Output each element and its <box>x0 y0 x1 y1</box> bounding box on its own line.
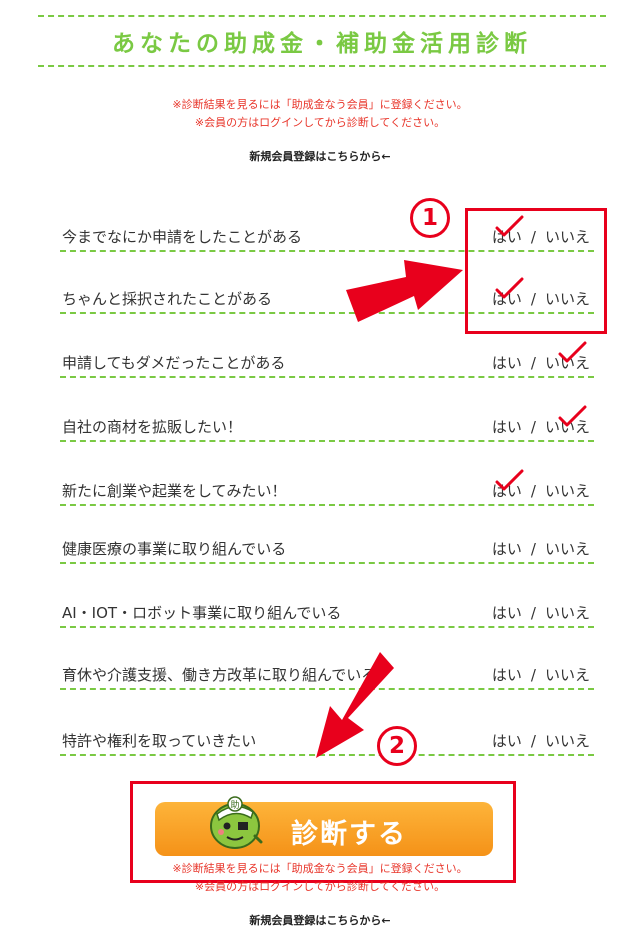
answer-group: はい / いいえ <box>492 602 590 623</box>
answer-yes-option[interactable]: はい <box>492 469 524 501</box>
answer-separator: / <box>530 418 536 436</box>
answer-no-option[interactable]: いいえ <box>545 664 590 685</box>
diagnose-button-label: 診断する <box>291 819 407 850</box>
answer-separator: / <box>530 732 536 750</box>
answer-no-option[interactable]: いいえ <box>545 602 590 623</box>
highlight-box-1 <box>465 208 607 334</box>
answer-no-option[interactable]: いいえ <box>545 538 590 559</box>
question-row: 育休や介護支援、働き方改革に取り組んでいる はい / いいえ <box>60 660 594 690</box>
question-text: ちゃんと採択されたことがある <box>62 290 273 308</box>
question-text: 今までなにか申請をしたことがある <box>62 228 303 246</box>
answer-group: はい / いいえ <box>492 405 590 437</box>
login-notice: ※診断結果を見るには「助成金なう会員」に登録ください。 ※会員の方はログインして… <box>0 96 640 132</box>
answer-group: はい / いいえ <box>492 538 590 559</box>
question-row: 申請してもダメだったことがある はい / いいえ <box>60 341 594 378</box>
answer-separator: / <box>530 354 536 372</box>
question-row: 自社の商材を拡販したい！ はい / いいえ <box>60 405 594 442</box>
bottom-register-link[interactable]: 新規会員登録はこちらから← <box>0 912 640 928</box>
answer-separator: / <box>530 540 536 558</box>
answer-yes-option[interactable]: はい <box>492 538 522 559</box>
answer-separator: / <box>530 604 536 622</box>
answer-separator: / <box>530 666 536 684</box>
answer-no-option[interactable]: いいえ <box>545 405 590 437</box>
question-row: 健康医療の事業に取り組んでいる はい / いいえ <box>60 534 594 564</box>
question-row: 新たに創業や起業をしてみたい！ はい / いいえ <box>60 469 594 506</box>
step-2-marker: 2 <box>377 726 417 766</box>
answer-yes-option[interactable]: はい <box>492 602 522 623</box>
question-text: 新たに創業や起業をしてみたい！ <box>62 482 287 500</box>
notice-line-2: ※会員の方はログインしてから診断してください。 <box>194 116 446 129</box>
checkmark-icon <box>558 341 587 363</box>
answer-group: はい / いいえ <box>492 341 590 373</box>
answer-no-option[interactable]: いいえ <box>545 730 590 751</box>
question-text: AI・IOT・ロボット事業に取り組んでいる <box>62 604 342 622</box>
bottom-notice-line-2: ※会員の方はログインしてから診断してください。 <box>194 880 446 893</box>
answer-group: はい / いいえ <box>492 469 590 501</box>
bottom-login-notice: ※診断結果を見るには「助成金なう会員」に登録ください。 ※会員の方はログインして… <box>0 860 640 896</box>
mascot-icon: 助 <box>210 796 263 849</box>
answer-yes-option[interactable]: はい <box>492 664 522 685</box>
diagnose-button[interactable]: 助 診断する <box>155 796 493 856</box>
bottom-notice-line-1: ※診断結果を見るには「助成金なう会員」に登録ください。 <box>172 862 468 875</box>
step-1-marker: 1 <box>410 198 450 238</box>
question-text: 育休や介護支援、働き方改革に取り組んでいる <box>62 666 377 684</box>
answer-yes-option[interactable]: はい <box>492 416 522 437</box>
question-row: 特許や権利を取っていきたい はい / いいえ <box>60 726 594 756</box>
page-title-banner: あなたの助成金・補助金活用診断 <box>38 15 606 67</box>
answer-yes-option[interactable]: はい <box>492 352 522 373</box>
answer-group: はい / いいえ <box>492 664 590 685</box>
question-text: 健康医療の事業に取り組んでいる <box>62 540 287 558</box>
question-text: 申請してもダメだったことがある <box>62 354 286 372</box>
answer-group: はい / いいえ <box>492 730 590 751</box>
question-row: AI・IOT・ロボット事業に取り組んでいる はい / いいえ <box>60 598 594 628</box>
answer-yes-option[interactable]: はい <box>492 730 522 751</box>
page-title: あなたの助成金・補助金活用診断 <box>112 31 532 57</box>
checkmark-icon <box>558 405 587 427</box>
question-text: 特許や権利を取っていきたい <box>62 732 257 750</box>
answer-no-option[interactable]: いいえ <box>545 341 590 373</box>
checkmark-icon <box>495 469 524 491</box>
question-text: 自社の商材を拡販したい！ <box>62 418 243 436</box>
answer-no-option[interactable]: いいえ <box>545 480 590 501</box>
answer-separator: / <box>530 482 536 500</box>
register-link[interactable]: 新規会員登録はこちらから← <box>0 148 640 164</box>
svg-text:助: 助 <box>230 799 239 811</box>
notice-line-1: ※診断結果を見るには「助成金なう会員」に登録ください。 <box>172 98 468 111</box>
